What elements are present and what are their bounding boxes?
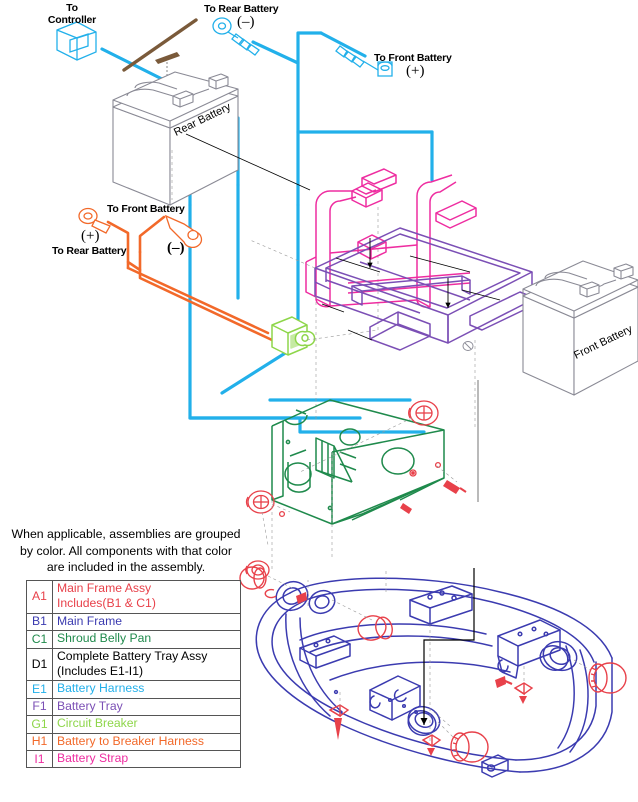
frame-bushing-left-inner [308,589,336,615]
legend-row-code: F1 [26,697,53,717]
legend-row-description: Complete Battery Tray Assy (Includes E1-I… [52,647,241,682]
legend-row-description: Battery to Breaker Harness [52,732,241,752]
legend-row-description-line1: Main Frame Assy [57,581,152,595]
diagram-canvas: To Controller To Rear Battery (–) To Fro… [0,0,638,802]
legend-row-description: Main Frame [52,612,241,632]
legend-row: E1 Battery Harness [26,680,241,699]
legend-row-description: Battery Strap [52,750,241,769]
legend-row: D1 Complete Battery Tray Assy (Includes E1… [26,647,241,682]
legend-row-code: H1 [26,732,53,752]
callout-to-controller: To Controller [40,2,104,26]
frame-bracket-left [299,635,351,669]
legend-row: H1 Battery to Breaker Harness [26,732,241,752]
main-frame [255,577,613,778]
callout-to-controller-line2: Controller [47,14,97,26]
battery-tray [314,227,533,351]
callout-to-rear-battery-neg-sign: (–) [237,14,255,30]
legend-row-description-line2: Includes(B1 & C1) [57,596,156,611]
legend-row-description-line2: (Includes E1-I1) [57,664,144,679]
legend-row: F1 Battery Tray [26,697,241,717]
legend-note-line3: are included in the assembly. [46,560,206,575]
legend-table: A1 Main Frame Assy Includes(B1 & C1) B1 Main… [26,580,241,769]
callout-to-rear-battery-pos: To Rear Battery [52,245,127,257]
legend-row-code: D1 [26,647,53,682]
legend-row-description: Main Frame Assy Includes(B1 & C1) [52,580,241,614]
end-cap-center [450,731,489,763]
legend-note-line1: When applicable, assemblies are grouped [11,527,241,541]
legend-row-code: C1 [26,630,53,649]
legend-row: I1 Battery Strap [26,750,241,769]
callout-to-front-battery-neg: To Front Battery [107,203,185,215]
legend-row: A1 Main Frame Assy Includes(B1 & C1) [26,580,241,614]
legend-row-code: B1 [26,612,53,632]
controller-connector-icon [56,21,97,61]
legend-row-description-line1: Complete Battery Tray Assy [57,648,208,663]
legend-row-description: Shroud Belly Pan [52,630,241,649]
legend-row: B1 Main Frame [26,612,241,632]
legend-table-body: A1 Main Frame Assy Includes(B1 & C1) B1 Main… [26,580,241,769]
rear-battery [112,71,239,206]
legend-row-code: G1 [26,715,53,734]
callout-to-front-battery-neg-sign: (–) [167,240,185,256]
frame-bracket-upper [409,585,473,625]
tray-screw [462,341,474,351]
legend-row-description: Battery Tray [52,697,241,717]
circuit-breaker [271,316,316,356]
callout-to-controller-line1: To [66,2,78,14]
end-cap-right [588,662,627,694]
legend-row-description: Circuit Breaker [52,715,241,734]
legend-row: C1 Shroud Belly Pan [26,630,241,649]
legend-row-description: Battery Harness [52,680,241,699]
harness-ring-terminals [56,17,393,77]
callout-to-rear-battery-pos-sign: (+) [81,228,100,244]
legend-row-code: A1 [26,580,53,614]
legend-row-code: I1 [26,750,53,769]
legend-note-line2: by color. All components with that color [20,543,232,558]
grommet-upper-right [408,400,439,426]
grommet-mid-left [245,490,275,514]
frame-hardware [239,566,627,763]
callout-to-front-battery-pos-sign: (+) [406,63,425,79]
legend-row-code: E1 [26,680,53,699]
legend-note: When applicable, assemblies are grouped … [2,526,250,576]
legend-row: G1 Circuit Breaker [26,715,241,734]
tray-leader-lines [321,255,501,341]
